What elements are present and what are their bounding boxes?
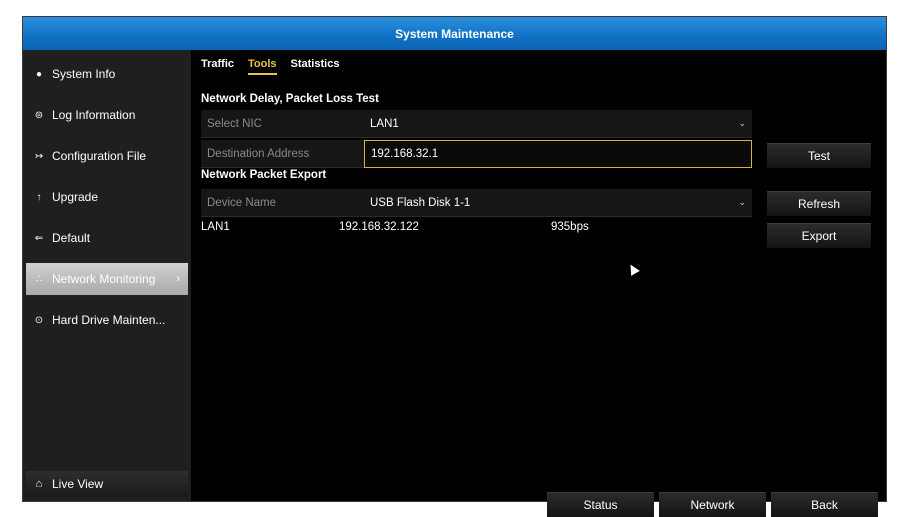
network-monitor-icon: ∴	[35, 273, 43, 285]
device-name-row: Device Name USB Flash Disk 1-1 ⌄	[201, 189, 752, 217]
select-nic-value: LAN1	[370, 117, 399, 130]
refresh-button[interactable]: Refresh	[767, 191, 871, 216]
sidebar-item-label: Configuration File	[52, 149, 147, 163]
hard-drive-icon: ⊙	[34, 314, 44, 326]
select-nic-dropdown[interactable]: LAN1 ⌄	[364, 110, 752, 138]
nic-name: LAN1	[201, 221, 230, 233]
sidebar-item-label: Network Monitoring	[52, 272, 156, 286]
device-name-value: USB Flash Disk 1-1	[370, 196, 471, 209]
system-maintenance-window: System Maintenance ● System Info ⊜ Log I…	[22, 16, 887, 517]
config-file-icon: ↣	[34, 150, 44, 162]
sidebar-item-system-info[interactable]: ● System Info	[26, 58, 188, 90]
tab-bar: Traffic Tools Statistics	[201, 58, 339, 75]
status-button[interactable]: Status	[547, 492, 654, 517]
tab-tools[interactable]: Tools	[248, 58, 277, 75]
select-nic-label: Select NIC	[201, 110, 364, 138]
chevron-right-icon: ›	[176, 273, 180, 285]
sidebar-item-label: Default	[52, 231, 91, 245]
main-content: Traffic Tools Statistics Network Delay, …	[191, 50, 886, 517]
info-icon: ●	[35, 68, 43, 80]
tab-statistics[interactable]: Statistics	[291, 58, 340, 75]
device-name-label: Device Name	[201, 189, 364, 217]
destination-address-row: Destination Address 192.168.32.1	[201, 140, 752, 168]
test-button[interactable]: Test	[767, 143, 871, 168]
sidebar-item-label: Hard Drive Mainten...	[52, 313, 166, 327]
chevron-down-icon: ⌄	[738, 197, 746, 207]
sidebar-item-default[interactable]: ⇐ Default	[26, 222, 188, 254]
back-button[interactable]: Back	[771, 492, 878, 517]
live-view-button[interactable]: ⌂ Live View	[26, 471, 188, 497]
sidebar-item-log-information[interactable]: ⊜ Log Information	[26, 99, 188, 131]
live-view-label: Live View	[52, 477, 104, 491]
sidebar-item-label: System Info	[52, 67, 116, 81]
sidebar: ● System Info ⊜ Log Information ↣ Config…	[23, 50, 191, 501]
nic-traffic-rate: 935bps	[551, 221, 589, 233]
select-nic-row: Select NIC LAN1 ⌄	[201, 110, 752, 138]
sidebar-item-network-monitoring[interactable]: ∴ Network Monitoring ›	[26, 263, 188, 295]
sidebar-item-configuration-file[interactable]: ↣ Configuration File	[26, 140, 188, 172]
home-icon: ⌂	[35, 478, 43, 490]
sidebar-item-label: Log Information	[52, 108, 136, 122]
log-icon: ⊜	[34, 109, 44, 121]
window-title: System Maintenance	[23, 17, 886, 50]
delay-test-title: Network Delay, Packet Loss Test	[201, 93, 379, 105]
sidebar-item-label: Upgrade	[52, 190, 99, 204]
export-button[interactable]: Export	[767, 223, 871, 248]
chevron-down-icon: ⌄	[738, 118, 746, 128]
sidebar-item-hard-drive-maintenance[interactable]: ⊙ Hard Drive Mainten...	[26, 304, 188, 336]
nic-ip-address: 192.168.32.122	[339, 221, 419, 233]
packet-export-title: Network Packet Export	[201, 169, 327, 181]
destination-address-label: Destination Address	[201, 140, 364, 168]
device-name-dropdown[interactable]: USB Flash Disk 1-1 ⌄	[364, 189, 752, 217]
upgrade-icon: ↑	[36, 191, 42, 203]
default-icon: ⇐	[34, 232, 44, 244]
sidebar-item-upgrade[interactable]: ↑ Upgrade	[26, 181, 188, 213]
tab-traffic[interactable]: Traffic	[201, 58, 234, 75]
destination-address-input[interactable]: 192.168.32.1	[364, 140, 752, 168]
network-button[interactable]: Network	[659, 492, 766, 517]
